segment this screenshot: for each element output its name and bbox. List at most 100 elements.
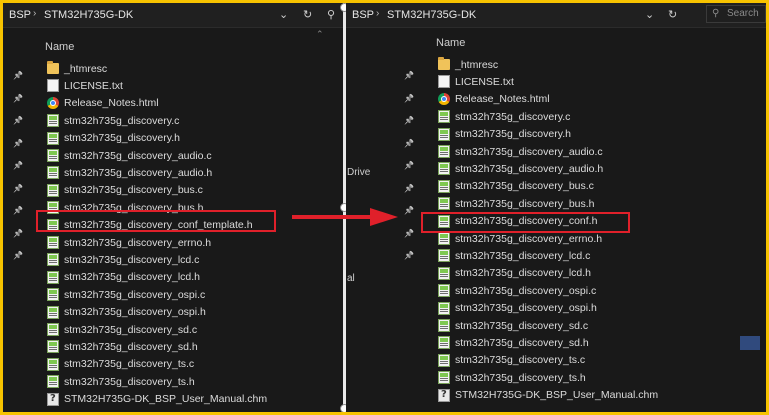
file-row[interactable]: stm32h735g_discovery.h	[438, 126, 571, 143]
pin-icon[interactable]: 📌	[13, 161, 23, 170]
file-row[interactable]: stm32h735g_discovery_ts.c	[47, 356, 194, 373]
pin-icon[interactable]: 📌	[404, 184, 414, 193]
pin-icon[interactable]: 📌	[404, 71, 414, 80]
pin-icon[interactable]: 📌	[13, 229, 23, 238]
file-row[interactable]: Release_Notes.html	[438, 91, 550, 108]
file-row[interactable]: stm32h735g_discovery_lcd.h	[438, 265, 591, 282]
file-name: stm32h735g_discovery.h	[64, 132, 180, 145]
notepad-file-icon	[438, 301, 450, 315]
file-row[interactable]: stm32h735g_discovery.c	[47, 112, 179, 129]
file-name: stm32h735g_discovery_ts.h	[455, 371, 586, 384]
file-name: _htmresc	[64, 62, 108, 75]
file-row[interactable]: stm32h735g_discovery_audio.h	[438, 160, 603, 177]
pin-icon[interactable]: 📌	[404, 229, 414, 238]
pin-icon[interactable]: 📌	[404, 139, 414, 148]
chm-help-file-icon	[47, 392, 59, 406]
search-input[interactable]: ⚲ Search	[706, 5, 766, 23]
file-name: stm32h735g_discovery_ts.h	[64, 375, 195, 388]
file-name: stm32h735g_discovery_audio.h	[64, 166, 213, 179]
pin-icon[interactable]: 📌	[404, 116, 414, 125]
file-row[interactable]: stm32h735g_discovery_audio.c	[438, 143, 603, 160]
file-name: stm32h735g_discovery_bus.c	[455, 180, 594, 193]
file-row[interactable]: stm32h735g_discovery_audio.h	[47, 164, 212, 181]
pin-icon[interactable]: 📌	[13, 139, 23, 148]
file-row[interactable]: _htmresc	[438, 56, 498, 73]
pin-icon[interactable]: 📌	[404, 251, 414, 260]
file-row[interactable]: stm32h735g_discovery_sd.c	[47, 321, 197, 338]
file-row[interactable]: LICENSE.txt	[47, 77, 123, 94]
file-row[interactable]: Release_Notes.html	[47, 95, 159, 112]
pin-icon[interactable]: 📌	[13, 71, 23, 80]
file-row[interactable]: stm32h735g_discovery_bus.c	[438, 178, 594, 195]
file-row[interactable]: STM32H735G-DK_BSP_User_Manual.chm	[47, 391, 267, 408]
file-row[interactable]: stm32h735g_discovery_lcd.c	[438, 247, 590, 264]
file-row[interactable]: stm32h735g_discovery_ts.h	[47, 373, 195, 390]
file-name: stm32h735g_discovery_ts.c	[455, 354, 586, 367]
file-name: stm32h735g_discovery_audio.c	[455, 145, 603, 158]
search-icon[interactable]: ⚲	[327, 8, 335, 21]
file-row[interactable]: stm32h735g_discovery_ospi.c	[47, 286, 205, 303]
file-row[interactable]: stm32h735g_discovery_lcd.c	[47, 251, 199, 268]
file-name: stm32h735g_discovery.h	[455, 128, 571, 141]
sort-arrow-icon: ⌃	[316, 29, 324, 39]
address-bar[interactable]: BSP › STM32H735G-DK ⌄ ↻ ⚲ Search	[346, 3, 766, 28]
chrome-icon	[47, 97, 59, 110]
file-name: stm32h735g_discovery_lcd.c	[64, 253, 200, 266]
chevron-down-icon[interactable]: ⌄	[279, 8, 288, 21]
file-name: stm32h735g_discovery.c	[64, 114, 180, 127]
address-bar[interactable]: BSP › STM32H735G-DK ⌄ ↻ ⚲	[3, 3, 343, 28]
pin-icon[interactable]: 📌	[13, 184, 23, 193]
name-column-header[interactable]: Name	[45, 41, 74, 53]
notepad-file-icon	[438, 179, 450, 193]
file-name: LICENSE.txt	[455, 75, 514, 88]
chevron-down-icon[interactable]: ⌄	[645, 8, 654, 21]
file-row[interactable]: stm32h735g_discovery_sd.h	[438, 334, 589, 351]
nav-pane-label[interactable]: Drive	[347, 167, 370, 178]
pin-icon[interactable]: 📌	[13, 206, 23, 215]
file-row[interactable]: stm32h735g_discovery_bus.h	[438, 195, 595, 212]
breadcrumb-bsp[interactable]: BSP	[9, 9, 31, 21]
notepad-file-icon	[47, 166, 59, 180]
pin-icon[interactable]: 📌	[404, 161, 414, 170]
file-row[interactable]: stm32h735g_discovery.c	[438, 108, 570, 125]
file-row[interactable]: stm32h735g_discovery_lcd.h	[47, 269, 200, 286]
file-row[interactable]: stm32h735g_discovery_ospi.h	[438, 300, 597, 317]
breadcrumb-folder[interactable]: STM32H735G-DK	[44, 9, 133, 21]
file-name: STM32H735G-DK_BSP_User_Manual.chm	[455, 389, 659, 402]
file-row[interactable]: _htmresc	[47, 60, 107, 77]
pin-icon[interactable]: 📌	[13, 94, 23, 103]
file-row[interactable]: stm32h735g_discovery_ts.h	[438, 369, 586, 386]
chevron-right-icon: ›	[33, 8, 37, 19]
file-row[interactable]: stm32h735g_discovery_ospi.h	[47, 304, 206, 321]
pin-icon[interactable]: 📌	[404, 206, 414, 215]
file-row[interactable]: stm32h735g_discovery_sd.c	[438, 317, 588, 334]
notepad-file-icon	[47, 253, 59, 267]
refresh-icon[interactable]: ↻	[303, 8, 312, 21]
breadcrumb-folder[interactable]: STM32H735G-DK	[387, 9, 476, 21]
file-name: stm32h735g_discovery_lcd.h	[64, 271, 200, 284]
pin-icon[interactable]: 📌	[13, 251, 23, 260]
file-row[interactable]: STM32H735G-DK_BSP_User_Manual.chm	[438, 387, 658, 404]
file-name: stm32h735g_discovery_ospi.c	[455, 284, 597, 297]
file-name: STM32H735G-DK_BSP_User_Manual.chm	[64, 393, 268, 406]
file-row[interactable]: stm32h735g_discovery_sd.h	[47, 338, 198, 355]
file-row[interactable]: LICENSE.txt	[438, 73, 514, 90]
nav-pane-label[interactable]: al	[347, 273, 355, 284]
name-column-header[interactable]: Name	[436, 37, 465, 49]
notepad-file-icon	[47, 149, 59, 162]
file-name: stm32h735g_discovery_audio.c	[64, 149, 212, 162]
pin-icon[interactable]: 📌	[404, 94, 414, 103]
pin-icon[interactable]: 📌	[13, 116, 23, 125]
file-row[interactable]: stm32h735g_discovery_ospi.c	[438, 282, 596, 299]
breadcrumb-bsp[interactable]: BSP	[352, 9, 374, 21]
file-row[interactable]: stm32h735g_discovery_errno.h	[47, 234, 211, 251]
file-row[interactable]: stm32h735g_discovery_ts.c	[438, 352, 585, 369]
file-name: Release_Notes.html	[64, 97, 159, 110]
refresh-icon[interactable]: ↻	[668, 8, 677, 21]
notepad-file-icon	[47, 305, 59, 319]
file-row[interactable]: stm32h735g_discovery_audio.c	[47, 147, 212, 164]
notepad-file-icon	[47, 270, 59, 284]
search-icon: ⚲	[712, 8, 720, 19]
file-row[interactable]: stm32h735g_discovery_bus.c	[47, 182, 203, 199]
file-row[interactable]: stm32h735g_discovery.h	[47, 130, 180, 147]
